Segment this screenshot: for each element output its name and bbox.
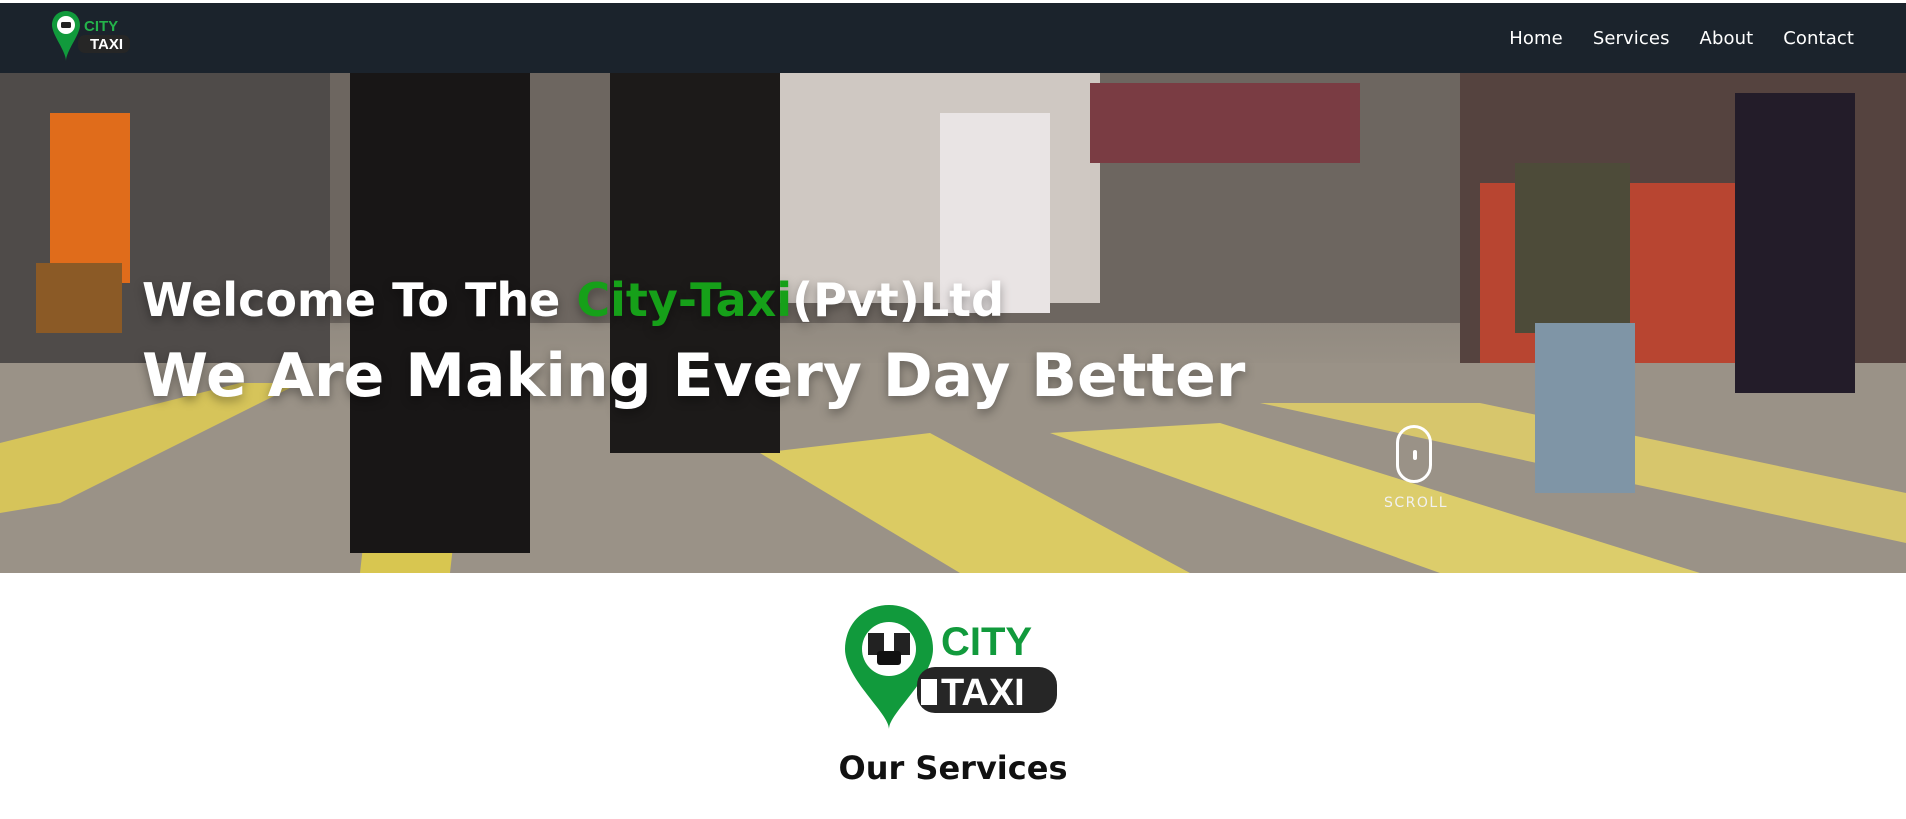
- city-taxi-logo: CITY TAXI: [845, 605, 1057, 729]
- svg-text:CITY: CITY: [84, 18, 118, 35]
- svg-text:CITY: CITY: [941, 620, 1032, 664]
- services-section: CITY TAXI Our Services: [0, 573, 1906, 819]
- svg-text:TAXI: TAXI: [90, 36, 123, 53]
- navbar: CITY TAXI Home Services About Contact: [0, 3, 1906, 73]
- nav-link-about[interactable]: About: [1700, 28, 1754, 49]
- nav-links: Home Services About Contact: [1509, 3, 1854, 73]
- city-taxi-logo[interactable]: CITY TAXI: [50, 9, 136, 63]
- hero-text: Welcome To The City-Taxi(Pvt)Ltd We Are …: [142, 273, 1245, 411]
- nav-link-home[interactable]: Home: [1509, 28, 1563, 49]
- nav-link-services[interactable]: Services: [1593, 28, 1670, 49]
- scroll-indicator[interactable]: SCROLL: [1384, 425, 1449, 511]
- hero-banner: Welcome To The City-Taxi(Pvt)Ltd We Are …: [0, 73, 1906, 573]
- section-title: Our Services: [838, 749, 1068, 787]
- mouse-scroll-icon: [1396, 425, 1432, 483]
- hero-tagline: We Are Making Every Day Better: [142, 341, 1246, 411]
- scroll-label: SCROLL: [1384, 495, 1449, 511]
- nav-link-contact[interactable]: Contact: [1783, 28, 1854, 49]
- brand-name: City-Taxi: [576, 273, 793, 327]
- svg-text:TAXI: TAXI: [941, 672, 1025, 714]
- welcome-heading: Welcome To The City-Taxi(Pvt)Ltd: [142, 273, 1005, 327]
